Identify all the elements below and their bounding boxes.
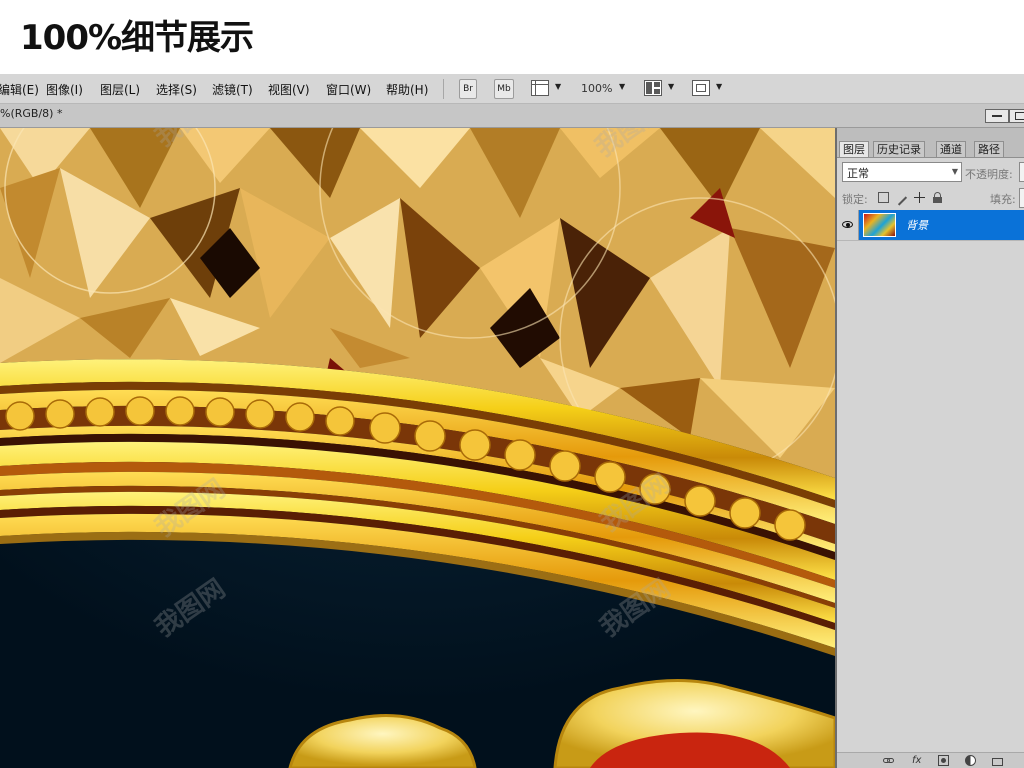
menu-window[interactable]: 窗口(W) <box>326 81 371 98</box>
menu-select[interactable]: 选择(S) <box>156 81 197 98</box>
menu-view[interactable]: 视图(V) <box>268 81 310 98</box>
tab-layers[interactable]: 图层 <box>839 141 869 157</box>
layer-name[interactable]: 背景 <box>906 217 928 233</box>
page-title: 100%细节展示 <box>20 18 254 58</box>
layers-panel: 图层 历史记录 通道 路径 正常 ▼ 不透明度: 锁定: 填充: 背景 fx <box>837 128 1024 768</box>
bridge-button[interactable]: Br <box>459 79 477 99</box>
panel-footer: fx <box>837 752 1024 768</box>
arrange-documents-icon[interactable] <box>644 80 662 96</box>
document-canvas[interactable]: 我图网 我图网 我图网 我图网 我图网 我图网 <box>0 128 835 768</box>
fill-label: 填充: <box>990 193 1016 206</box>
menu-image[interactable]: 图像(I) <box>46 81 83 98</box>
blend-row: 正常 ▼ 不透明度: <box>837 158 1024 186</box>
blend-mode-select[interactable]: 正常 ▼ <box>842 162 962 182</box>
add-mask-icon[interactable] <box>938 755 949 766</box>
menu-edit[interactable]: 编辑(E) <box>0 81 39 98</box>
menu-help[interactable]: 帮助(H) <box>386 81 428 98</box>
tab-history[interactable]: 历史记录 <box>873 141 925 157</box>
lock-transparent-pixels-icon[interactable] <box>878 192 889 203</box>
chevron-down-icon: ▼ <box>951 167 958 176</box>
document-tab[interactable]: %(RGB/8) * <box>0 107 62 120</box>
screen-mode-icon[interactable] <box>692 80 710 96</box>
menu-filter[interactable]: 滤镜(T) <box>212 81 253 98</box>
lock-all-icon[interactable] <box>932 192 943 203</box>
mini-bridge-button[interactable]: Mb <box>494 79 514 99</box>
panel-tab-bar: 图层 历史记录 通道 路径 <box>837 128 1024 158</box>
chevron-down-icon[interactable]: ▼ <box>555 82 561 91</box>
chevron-down-icon[interactable]: ▼ <box>716 82 722 91</box>
fx-icon[interactable]: fx <box>912 755 923 766</box>
tab-channels[interactable]: 通道 <box>936 141 966 157</box>
toolbar-divider <box>443 79 444 99</box>
link-layers-icon[interactable] <box>883 755 894 766</box>
header-banner: 100%细节展示 <box>0 0 1024 74</box>
new-group-icon[interactable] <box>992 755 1003 766</box>
minimize-button[interactable] <box>985 109 1009 123</box>
chevron-down-icon[interactable]: ▼ <box>619 82 625 91</box>
opacity-input[interactable] <box>1019 162 1024 182</box>
chevron-down-icon[interactable]: ▼ <box>668 82 674 91</box>
eye-icon[interactable] <box>837 210 859 240</box>
document-tab-bar: %(RGB/8) * <box>0 104 1024 128</box>
tab-paths[interactable]: 路径 <box>974 141 1004 157</box>
menu-layer[interactable]: 图层(L) <box>100 81 140 98</box>
opacity-label: 不透明度: <box>965 168 1013 181</box>
view-extras-icon[interactable] <box>531 80 549 96</box>
layers-list-empty-area <box>837 240 1024 753</box>
fill-input[interactable] <box>1019 188 1024 208</box>
zoom-level[interactable]: 100% <box>581 82 612 95</box>
canvas-artwork <box>0 128 835 768</box>
lock-row: 锁定: 填充: <box>837 186 1024 210</box>
lock-position-icon[interactable] <box>914 192 925 203</box>
adjustment-layer-icon[interactable] <box>965 755 976 766</box>
layer-thumbnail <box>863 213 896 237</box>
restore-button[interactable] <box>1009 109 1024 123</box>
menu-bar: 编辑(E) 图像(I) 图层(L) 选择(S) 滤镜(T) 视图(V) 窗口(W… <box>0 74 1024 104</box>
layer-row[interactable]: 背景 <box>837 210 1024 240</box>
lock-label: 锁定: <box>842 193 868 206</box>
blend-mode-value: 正常 <box>847 167 869 180</box>
lock-image-pixels-icon[interactable] <box>896 192 908 206</box>
